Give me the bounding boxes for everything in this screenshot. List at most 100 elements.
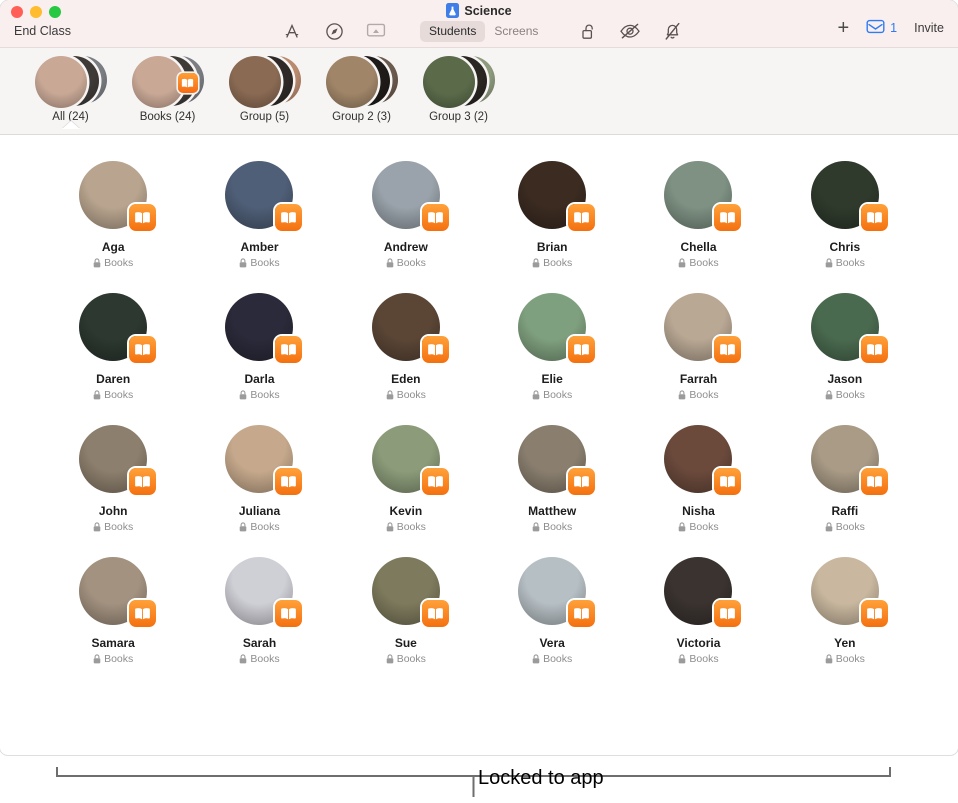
group-avatar-stack <box>324 53 400 109</box>
student-card[interactable]: Raffi Books <box>772 425 918 533</box>
view-mode-segmented-control[interactable]: Students Screens <box>420 21 547 42</box>
student-card[interactable]: Juliana Books <box>186 425 332 533</box>
student-status: Books <box>239 257 280 269</box>
student-card[interactable]: Yen Books <box>772 557 918 665</box>
group-tab-books-24[interactable]: Books (24) <box>119 53 216 123</box>
student-card[interactable]: Darla Books <box>186 293 332 401</box>
student-card[interactable]: Nisha Books <box>625 425 771 533</box>
group-tab-group-5[interactable]: Group (5) <box>216 53 313 123</box>
student-card[interactable]: Samara Books <box>40 557 186 665</box>
student-card[interactable]: Brian Books <box>479 161 625 269</box>
student-card[interactable]: Jason Books <box>772 293 918 401</box>
airplay-screen-icon[interactable] <box>365 20 387 42</box>
student-status: Books <box>678 257 719 269</box>
books-app-icon <box>860 600 888 627</box>
lock-closed-icon <box>532 654 540 664</box>
lock-closed-icon <box>825 390 833 400</box>
app-store-icon[interactable] <box>281 20 303 42</box>
bell-slash-icon[interactable] <box>661 20 683 42</box>
close-button[interactable] <box>11 6 23 18</box>
tab-students[interactable]: Students <box>420 21 486 42</box>
lock-closed-icon <box>532 390 540 400</box>
avatar <box>131 56 184 108</box>
toolbar-right-group: + 1 Invite <box>837 18 944 38</box>
books-app-icon <box>568 336 596 363</box>
end-class-button[interactable]: End Class <box>14 24 71 38</box>
student-card[interactable]: Chella Books <box>625 161 771 269</box>
lock-closed-icon <box>678 654 686 664</box>
lock-closed-icon <box>678 258 686 268</box>
tab-screens[interactable]: Screens <box>485 21 547 42</box>
minimize-button[interactable] <box>30 6 42 18</box>
student-card[interactable]: Sue Books <box>333 557 479 665</box>
books-app-icon <box>129 468 157 495</box>
student-card[interactable]: Farrah Books <box>625 293 771 401</box>
student-status-label: Books <box>104 257 134 269</box>
student-name: Vera <box>539 636 565 650</box>
lock-closed-icon <box>678 390 686 400</box>
eye-slash-icon[interactable] <box>619 20 641 42</box>
student-card[interactable]: Andrew Books <box>333 161 479 269</box>
student-status-label: Books <box>104 653 134 665</box>
lock-closed-icon <box>93 258 101 268</box>
classroom-window: Science End Class Students Screens + 1 I… <box>0 0 958 755</box>
lock-closed-icon <box>239 654 247 664</box>
avatar <box>79 425 157 495</box>
add-button[interactable]: + <box>837 18 849 38</box>
student-card[interactable]: Daren Books <box>40 293 186 401</box>
inbox-button[interactable]: 1 <box>866 19 897 37</box>
avatar <box>422 56 475 108</box>
lock-closed-icon <box>386 258 394 268</box>
avatar <box>664 293 742 363</box>
zoom-button[interactable] <box>49 6 61 18</box>
group-avatar-stack <box>33 53 109 109</box>
books-app-icon <box>421 600 449 627</box>
groups-bar: All (24) Books (24) Group (5) Group 2 (3) Gr… <box>0 48 958 135</box>
student-card[interactable]: Vera Books <box>479 557 625 665</box>
avatar <box>371 161 449 231</box>
student-status-label: Books <box>543 521 573 533</box>
science-app-icon <box>446 3 460 18</box>
student-card[interactable]: Elie Books <box>479 293 625 401</box>
lock-open-icon[interactable] <box>577 20 599 42</box>
invite-button[interactable]: Invite <box>914 21 944 35</box>
student-name: Sarah <box>242 636 277 650</box>
avatar <box>810 293 888 363</box>
lock-closed-icon <box>239 522 247 532</box>
student-name: Yen <box>834 636 856 650</box>
avatar <box>518 557 596 627</box>
group-tab-all-24[interactable]: All (24) <box>22 53 119 129</box>
student-status-label: Books <box>689 521 719 533</box>
student-name: Chris <box>829 240 861 254</box>
student-name: Nisha <box>682 504 715 518</box>
student-status-label: Books <box>396 389 426 401</box>
avatar <box>371 425 449 495</box>
student-card[interactable]: Sarah Books <box>186 557 332 665</box>
books-app-icon <box>714 336 742 363</box>
student-card[interactable]: Chris Books <box>772 161 918 269</box>
avatar <box>810 425 888 495</box>
student-card[interactable]: John Books <box>40 425 186 533</box>
student-card[interactable]: Victoria Books <box>625 557 771 665</box>
student-card[interactable]: Aga Books <box>40 161 186 269</box>
student-card[interactable]: Kevin Books <box>333 425 479 533</box>
student-card[interactable]: Eden Books <box>333 293 479 401</box>
toolbar-action-icons <box>577 20 683 42</box>
student-status: Books <box>386 257 426 269</box>
student-status-label: Books <box>250 257 280 269</box>
avatar <box>79 161 157 231</box>
safari-icon[interactable] <box>323 20 345 42</box>
group-tab-group-3-2[interactable]: Group 3 (2) <box>410 53 507 123</box>
books-app-icon <box>568 204 596 231</box>
avatar <box>228 56 281 108</box>
books-app-icon <box>860 468 888 495</box>
student-card[interactable]: Matthew Books <box>479 425 625 533</box>
avatar <box>664 161 742 231</box>
group-tab-group-2-3[interactable]: Group 2 (3) <box>313 53 410 123</box>
student-status: Books <box>825 257 865 269</box>
student-status: Books <box>93 257 133 269</box>
avatar <box>325 56 378 108</box>
student-card[interactable]: Amber Books <box>186 161 332 269</box>
page-title: Science <box>464 3 512 18</box>
lock-closed-icon <box>825 522 833 532</box>
